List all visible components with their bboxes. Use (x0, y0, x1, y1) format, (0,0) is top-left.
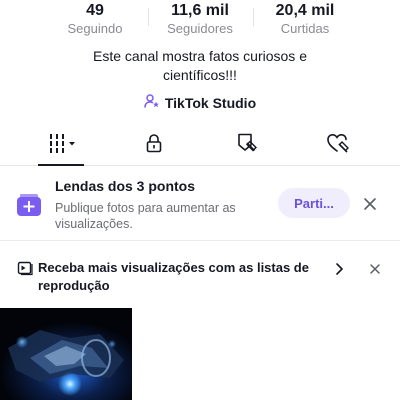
bookmark-tag-icon (236, 132, 258, 159)
tiktok-studio-link[interactable]: TikTok Studio (0, 93, 400, 113)
close-promo-icon[interactable] (361, 195, 379, 218)
tab-reposts[interactable] (217, 124, 277, 166)
photo-stack-plus-icon (16, 192, 42, 218)
lock-icon (145, 133, 163, 158)
video-thumbnail-image (0, 308, 132, 400)
promo-subtitle: Publique fotos para aumentar as visualiz… (55, 201, 236, 231)
stat-likes[interactable]: 20,4 mil Curtidas (245, 0, 365, 36)
active-tab-indicator (38, 164, 84, 166)
person-star-icon (144, 93, 160, 114)
likes-count: 20,4 mil (275, 2, 335, 19)
grid-icon (48, 132, 78, 159)
stat-following[interactable]: 49 Seguindo (35, 0, 155, 36)
tab-private[interactable] (124, 124, 184, 166)
tab-videos[interactable] (33, 124, 93, 166)
following-count: 49 (86, 2, 104, 19)
followers-label: Seguidores (167, 21, 233, 36)
likes-label: Curtidas (280, 21, 330, 36)
heart-hidden-icon (326, 132, 350, 159)
profile-bio: Este canal mostra fatos curiosos e cient… (93, 48, 307, 83)
followers-count: 11,6 mil (171, 2, 229, 19)
playlist-banner[interactable]: Receba mais visualizações com as listas … (0, 243, 400, 303)
promo-title: Lendas dos 3 pontos (55, 178, 196, 194)
stat-followers[interactable]: 11,6 mil Seguidores (140, 0, 260, 36)
promo-card: Lendas dos 3 pontos Publique fotos para … (0, 168, 400, 241)
profile-stats: 49 Seguindo 11,6 mil Seguidores 20,4 mil… (0, 0, 400, 42)
playlist-banner-text: Receba mais visualizações com as listas … (38, 260, 309, 293)
profile-tabs (0, 124, 400, 166)
promo-participate-button[interactable]: Parti... (278, 188, 350, 218)
tiktok-studio-label: TikTok Studio (164, 95, 257, 111)
tab-liked[interactable] (308, 124, 368, 166)
following-label: Seguindo (67, 21, 123, 36)
chevron-right-icon (333, 261, 345, 282)
playlist-icon (17, 260, 33, 281)
video-thumbnail[interactable] (0, 308, 132, 400)
close-playlist-icon[interactable] (368, 262, 382, 281)
